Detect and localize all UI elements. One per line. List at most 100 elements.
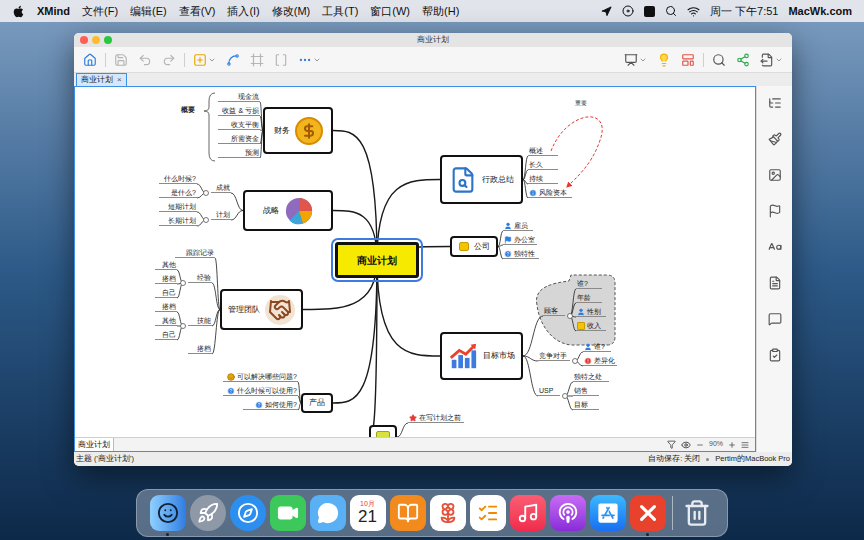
sheet-tab[interactable]: 商业计划: [75, 438, 114, 451]
subtopic[interactable]: 差异化: [583, 355, 617, 366]
brainstorm-button[interactable]: [652, 53, 676, 67]
reminders-app[interactable]: [470, 495, 506, 531]
more-button[interactable]: [293, 53, 326, 67]
subtopic[interactable]: 如何使用?: [243, 399, 298, 410]
subtopic[interactable]: 谁?: [583, 341, 611, 352]
subtopic[interactable]: 搭档: [155, 301, 177, 312]
subtopic[interactable]: 可以解决哪些问题?: [223, 371, 298, 382]
finder-app[interactable]: [150, 495, 186, 531]
presentation-button[interactable]: [619, 53, 652, 67]
books-app[interactable]: [390, 495, 426, 531]
calendar-app[interactable]: 10月21: [350, 495, 386, 531]
subtopic[interactable]: 风险资本: [528, 187, 572, 198]
main-topic[interactable]: 战略: [243, 190, 333, 231]
notes-icon[interactable]: [768, 276, 782, 290]
insert-topic-button[interactable]: [188, 53, 221, 67]
subtopic[interactable]: 什么时候可以使用?: [223, 385, 298, 396]
main-topic[interactable]: 管理团队: [220, 289, 303, 330]
filter-icon[interactable]: [667, 440, 676, 449]
subtopic[interactable]: 谁?: [576, 278, 602, 289]
subtopic[interactable]: 是什么?: [159, 187, 197, 198]
spotlight-icon[interactable]: [665, 5, 677, 17]
share-button[interactable]: [731, 53, 755, 67]
subtopic[interactable]: 销售: [573, 385, 599, 396]
search-button[interactable]: [707, 53, 731, 67]
menu-item[interactable]: 窗口(W): [370, 3, 410, 20]
subtopic[interactable]: 成就: [211, 182, 231, 193]
zoom-in-icon[interactable]: [728, 441, 736, 449]
save-button[interactable]: [109, 53, 133, 67]
zoom-out-icon[interactable]: [696, 441, 704, 449]
menu-item[interactable]: 修改(M): [272, 3, 311, 20]
subtopic[interactable]: 自己: [155, 329, 177, 340]
menu-item[interactable]: 文件(F): [82, 3, 118, 20]
subtopic[interactable]: 在写计划之前: [408, 412, 464, 423]
launchpad-app[interactable]: [190, 495, 226, 531]
apple-icon[interactable]: [12, 5, 25, 18]
main-topic[interactable]: 产品: [301, 393, 333, 413]
subtopic[interactable]: 竞争对手: [538, 350, 570, 361]
document-tab[interactable]: 商业计划×: [76, 73, 127, 86]
messages-app[interactable]: [310, 495, 346, 531]
outline-icon[interactable]: [768, 96, 782, 110]
subtopic[interactable]: 搭档: [188, 343, 212, 354]
menu-item[interactable]: 帮助(H): [422, 3, 459, 20]
subtopic[interactable]: 收支平衡: [218, 119, 260, 130]
subtopic[interactable]: 年龄: [576, 292, 602, 303]
subtopic[interactable]: 短期计划: [159, 201, 197, 212]
location-icon[interactable]: [601, 6, 612, 17]
music-app[interactable]: [510, 495, 546, 531]
subtopic[interactable]: 性别: [576, 306, 606, 317]
home-button[interactable]: [78, 53, 102, 67]
export-button[interactable]: [755, 53, 788, 67]
summary-label[interactable]: 概要: [181, 105, 195, 116]
status-icon[interactable]: [622, 5, 634, 17]
photos-app[interactable]: [430, 495, 466, 531]
undo-button[interactable]: [133, 53, 157, 67]
menu-item[interactable]: 插入(I): [227, 3, 259, 20]
subtopic[interactable]: 其他: [155, 315, 177, 326]
subtopic[interactable]: 什么时候?: [159, 173, 197, 184]
subtopic[interactable]: 自己: [155, 287, 177, 298]
subtopic[interactable]: 跟踪记录: [175, 247, 215, 258]
menu-item[interactable]: 查看(V): [179, 3, 216, 20]
image-icon[interactable]: [768, 168, 782, 182]
summary-button[interactable]: [269, 53, 293, 67]
main-topic[interactable]: 行政总结: [440, 155, 523, 204]
facetime-app[interactable]: [270, 495, 306, 531]
tab-close-button[interactable]: ×: [117, 74, 122, 86]
main-topic[interactable]: 财务: [263, 107, 333, 154]
minimize-window-button[interactable]: [92, 36, 100, 44]
redo-button[interactable]: [157, 53, 181, 67]
close-window-button[interactable]: [80, 36, 88, 44]
app-store-app[interactable]: [590, 495, 626, 531]
subtopic[interactable]: 技能: [188, 315, 212, 326]
subtopic[interactable]: 其他: [155, 259, 177, 270]
subtopic[interactable]: 所需资金: [218, 133, 260, 144]
zoom-window-button[interactable]: [104, 36, 112, 44]
wifi-icon[interactable]: [687, 5, 700, 18]
subtopic[interactable]: 经验: [188, 272, 212, 283]
fit-icon[interactable]: [741, 441, 749, 449]
trash-app[interactable]: [679, 495, 715, 531]
app-menu[interactable]: XMind: [37, 3, 70, 20]
subtopic[interactable]: 收益 & 亏损: [218, 105, 260, 116]
marker-icon[interactable]: [768, 204, 782, 218]
menu-item[interactable]: 编辑(E): [130, 3, 167, 20]
subtopic[interactable]: 顾客: [543, 305, 565, 316]
format-icon[interactable]: [768, 132, 782, 146]
outliner-button[interactable]: [676, 53, 700, 67]
boundary-button[interactable]: [245, 53, 269, 67]
subtopic[interactable]: 计划: [211, 209, 231, 220]
mind-map-canvas[interactable]: 概要重要财务现金流收益 & 亏损收支平衡所需资金预测战略成就什么时候?是什么?计…: [75, 87, 755, 437]
subtopic[interactable]: 持续: [528, 173, 558, 184]
xmind-status-icon[interactable]: [644, 6, 655, 17]
podcasts-app[interactable]: [550, 495, 586, 531]
main-topic[interactable]: 公司: [450, 236, 498, 257]
font-icon[interactable]: [768, 240, 782, 254]
subtopic[interactable]: 长期计划: [159, 215, 197, 226]
menu-item[interactable]: 工具(T): [322, 3, 358, 20]
safari-app[interactable]: [230, 495, 266, 531]
subtopic[interactable]: 目标: [573, 399, 599, 410]
autosave-status[interactable]: 自动保存: 关闭: [648, 453, 700, 464]
